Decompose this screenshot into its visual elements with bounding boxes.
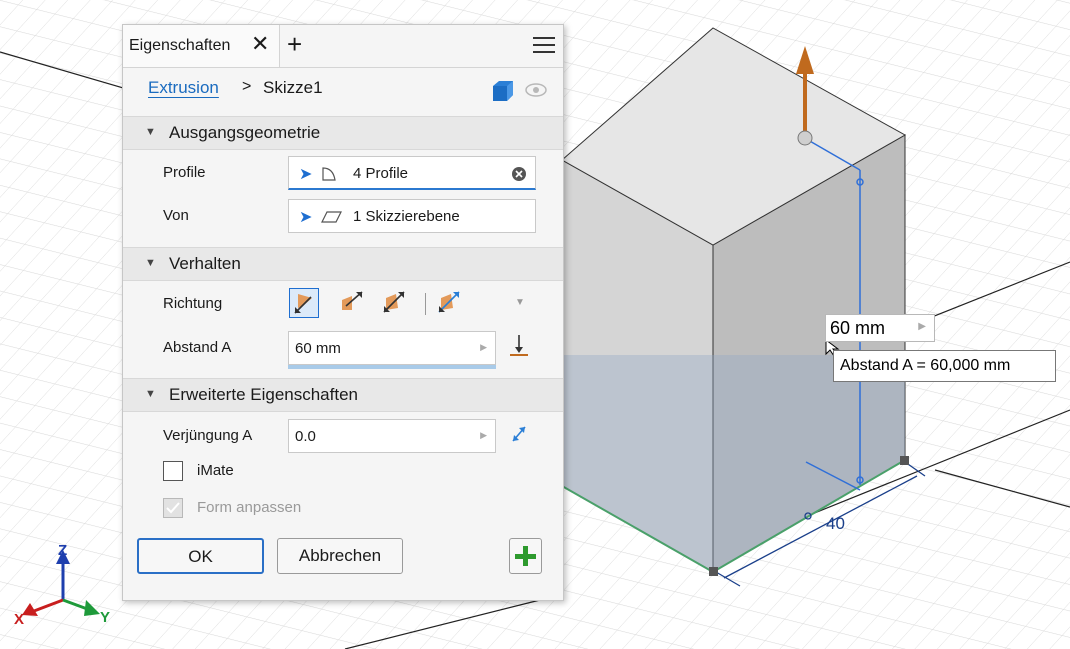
collapse-triangle-icon[interactable]: ▼ [145, 126, 156, 138]
apply-add-button[interactable] [509, 538, 542, 574]
direction-default-icon [294, 294, 312, 314]
tooltip-text: Abstand A = 60,000 mm [840, 357, 1011, 374]
collapse-triangle-icon[interactable]: ▼ [145, 257, 156, 269]
triad-y-label: Y [100, 609, 110, 626]
direction-divider [425, 293, 426, 315]
check-icon [166, 502, 180, 514]
section-input-geometry[interactable]: ▼ Ausgangsgeometrie [123, 116, 563, 150]
triad-z-label: Z [58, 542, 67, 559]
select-arrow-icon: ➤ [299, 209, 313, 226]
from-selector[interactable]: ➤ 1 Skizzierebene [288, 199, 536, 233]
taper-value[interactable]: 0.0 [295, 428, 316, 445]
direction-dropdown-icon[interactable]: ▼ [515, 297, 525, 308]
direction-default-button[interactable] [289, 288, 319, 318]
section-title: Erweiterte Eigenschaften [169, 385, 358, 404]
distance-label: Abstand A [163, 339, 232, 356]
section-advanced[interactable]: ▼ Erweiterte Eigenschaften [123, 378, 563, 412]
breadcrumb-current: Skizze1 [263, 78, 323, 97]
add-tab-icon[interactable]: + [287, 29, 302, 60]
triad-x-label: X [14, 611, 24, 628]
profile-selector[interactable]: ➤ 4 Profile [288, 156, 536, 190]
properties-panel: Eigenschaften ✕ + Extrusion > Skizze1 ▼ … [122, 24, 564, 601]
breadcrumb-separator: > [242, 78, 252, 95]
taper-flip-icon[interactable] [509, 423, 529, 445]
distance-value[interactable]: 60 mm [295, 340, 341, 357]
fit-shape-checkbox[interactable] [163, 498, 183, 518]
taper-label: Verjüngung A [163, 427, 253, 444]
taper-flyout-icon[interactable]: ▶ [480, 430, 487, 441]
dimension-input-value[interactable]: 60 mm [830, 318, 885, 339]
section-behavior[interactable]: ▼ Verhalten [123, 247, 563, 281]
from-value: 1 Skizzierebene [353, 208, 460, 225]
sketch-plane-icon [321, 211, 342, 223]
close-icon[interactable]: ✕ [251, 31, 269, 57]
from-label: Von [163, 207, 189, 224]
ok-button[interactable]: OK [137, 538, 264, 574]
select-arrow-icon: ➤ [299, 166, 313, 183]
distance-tooltip: Abstand A = 60,000 mm [833, 350, 1056, 382]
breadcrumb-extrusion-link[interactable]: Extrusion [148, 78, 219, 98]
tab-title: Eigenschaften [129, 37, 231, 54]
direction-label: Richtung [163, 295, 223, 312]
section-title: Ausgangsgeometrie [169, 123, 321, 142]
distance-focus-bar [288, 365, 496, 369]
direction-flipped-icon [342, 291, 363, 310]
fit-shape-label: Form anpassen [197, 499, 302, 516]
imate-checkbox[interactable] [163, 461, 183, 481]
dimension-input-box[interactable]: 60 mm ▶ [825, 314, 935, 342]
plus-icon [515, 546, 536, 566]
direction-symmetric-icon [383, 291, 405, 313]
collapse-triangle-icon[interactable]: ▼ [145, 388, 156, 400]
clear-icon[interactable] [511, 166, 527, 182]
eye-icon[interactable] [525, 82, 547, 98]
width-dimension-label[interactable]: 40 [826, 514, 845, 534]
direction-symmetric-button[interactable] [380, 288, 410, 318]
profile-shape-icon [322, 167, 336, 181]
distance-flyout-icon[interactable]: ▶ [480, 342, 487, 353]
section-title: Verhalten [169, 254, 241, 273]
imate-label: iMate [197, 462, 234, 479]
menu-icon[interactable] [533, 37, 555, 55]
distance-input[interactable]: 60 mm ▶ [288, 331, 496, 365]
direction-flipped-button[interactable] [338, 288, 368, 318]
direction-asymmetric-icon [438, 291, 460, 313]
direction-asymmetric-button[interactable] [435, 288, 465, 318]
dimension-input-arrow-icon[interactable]: ▶ [918, 321, 926, 332]
panel-tab-bar: Eigenschaften ✕ + [123, 25, 563, 68]
distance-mode-icon[interactable] [508, 333, 530, 359]
tab-properties[interactable]: Eigenschaften ✕ [123, 25, 280, 67]
taper-input[interactable]: 0.0 ▶ [288, 419, 496, 453]
profile-label: Profile [163, 164, 206, 181]
cancel-button[interactable]: Abbrechen [277, 538, 403, 574]
cube-icon[interactable] [491, 80, 515, 102]
profile-value: 4 Profile [353, 165, 409, 182]
